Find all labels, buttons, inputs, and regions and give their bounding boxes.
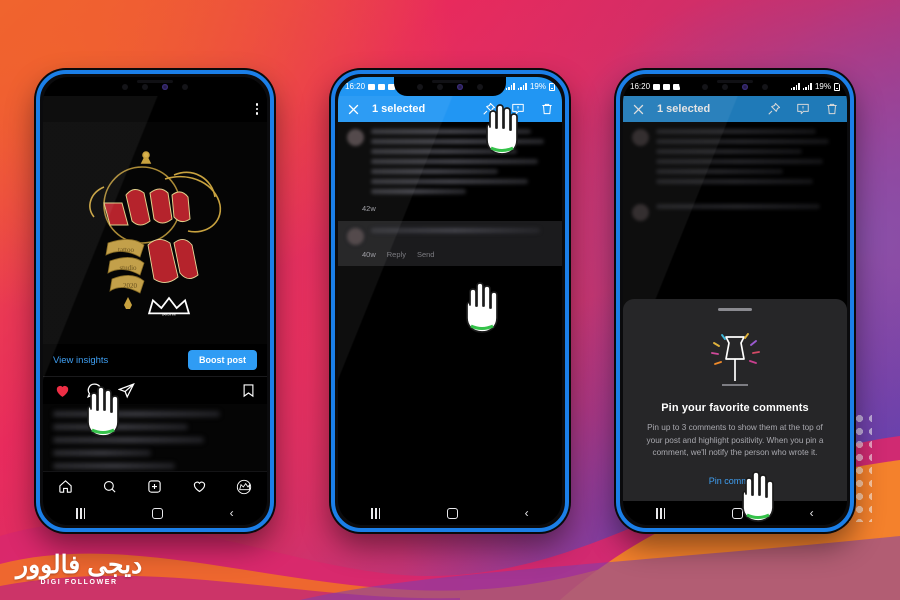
pin-icon[interactable] <box>767 102 781 116</box>
pin-icon[interactable] <box>482 102 496 116</box>
selection-app-bar: 1 selected <box>623 96 847 122</box>
crown-logo: BARON INK <box>147 296 191 317</box>
recents-button[interactable] <box>371 507 381 519</box>
android-nav-bar: ‹ <box>338 501 562 525</box>
comment-age: 40w <box>362 250 376 259</box>
recents-button[interactable] <box>656 507 666 519</box>
view-insights-link[interactable]: View insights <box>53 355 108 366</box>
watermark: دیجی فالوور DIGI FOLLOWER <box>16 551 143 587</box>
avatar <box>347 129 364 146</box>
activity-icon[interactable] <box>192 479 207 494</box>
sheet-body: Pin up to 3 comments to show them at the… <box>646 422 824 458</box>
reply-action[interactable]: Reply <box>387 250 406 259</box>
comment-meta: 42w <box>338 203 562 213</box>
phone-2: 16:20 ✦ 19% 1 selected <box>331 70 569 532</box>
phone-notch <box>394 77 506 96</box>
status-time: 16:20 <box>630 82 651 91</box>
comment-text-blurred <box>656 129 838 189</box>
sheet-grabber[interactable] <box>718 307 752 311</box>
close-icon[interactable] <box>346 102 361 117</box>
sd-icon <box>368 83 376 90</box>
message-icon <box>663 83 671 90</box>
svg-text:2020: 2020 <box>123 282 138 290</box>
post-action-row <box>43 376 267 404</box>
battery-percent: 19% <box>814 82 831 91</box>
comment-item <box>623 197 847 225</box>
profile-icon[interactable] <box>236 479 252 495</box>
comments-list[interactable]: 42w 40w Reply Send <box>338 122 562 501</box>
svg-text:studio: studio <box>119 264 137 272</box>
insights-row: View insights Boost post <box>43 344 267 376</box>
comment-text-blurred <box>371 228 553 245</box>
back-button[interactable]: ‹ <box>230 507 234 519</box>
sd-icon <box>653 83 661 90</box>
comment-item-selected[interactable] <box>338 221 562 249</box>
android-nav-bar: ‹ <box>43 501 267 525</box>
like-icon[interactable] <box>54 382 71 399</box>
send-action[interactable]: Send <box>417 250 435 259</box>
back-button[interactable]: ‹ <box>525 507 529 519</box>
android-nav-bar: ‹ <box>623 501 847 525</box>
instagram-bottom-nav <box>43 471 267 501</box>
phone-3: 16:20 ✦ 19% 1 selected <box>616 70 854 532</box>
comments-list-dimmed: Pin your favorite comments Pin up to 3 c… <box>623 122 847 501</box>
svg-text:tattoo: tattoo <box>118 246 134 254</box>
signal-icon-2 <box>802 83 812 90</box>
signal-icon-2 <box>517 83 527 90</box>
selection-title: 1 selected <box>657 103 711 115</box>
watermark-english: DIGI FOLLOWER <box>40 579 118 586</box>
comment-icon[interactable] <box>86 382 103 399</box>
message-icon <box>378 83 386 90</box>
battery-icon <box>834 82 840 91</box>
avatar <box>347 228 364 245</box>
share-icon[interactable] <box>118 382 135 399</box>
phone-notch <box>99 77 211 96</box>
post-caption-blurred <box>43 404 267 471</box>
home-icon[interactable] <box>58 479 73 494</box>
comment-text-blurred <box>371 129 553 199</box>
signal-icon-1 <box>790 83 800 90</box>
boost-post-button[interactable]: Boost post <box>188 350 257 370</box>
comment-item <box>623 122 847 193</box>
back-button[interactable]: ‹ <box>810 507 814 519</box>
phone-notch <box>679 77 791 96</box>
post-image[interactable]: tattoo studio 2020 BARON INK <box>43 122 267 344</box>
close-icon[interactable] <box>631 102 646 117</box>
pin-comment-sheet: Pin your favorite comments Pin up to 3 c… <box>623 298 847 501</box>
search-icon[interactable] <box>102 479 117 494</box>
trash-icon[interactable] <box>540 102 554 116</box>
baron-ink-logo: tattoo studio 2020 <box>89 151 222 310</box>
sheet-title: Pin your favorite comments <box>661 401 809 414</box>
selection-title: 1 selected <box>372 103 426 115</box>
battery-icon <box>549 82 555 91</box>
recents-button[interactable] <box>76 507 86 519</box>
pin-comment-link[interactable]: Pin comment <box>709 476 762 486</box>
home-button[interactable] <box>731 507 743 519</box>
home-button[interactable] <box>151 507 163 519</box>
comment-text-blurred <box>656 204 838 221</box>
comment-age: 42w <box>362 204 376 213</box>
pin-illustration <box>711 332 760 386</box>
add-post-icon[interactable] <box>147 479 162 494</box>
svg-text:BARON INK: BARON INK <box>162 313 177 317</box>
phone-1: tattoo studio 2020 BARON INK View insigh… <box>36 70 274 532</box>
home-button[interactable] <box>446 507 458 519</box>
status-time: 16:20 <box>345 82 366 91</box>
selection-app-bar: 1 selected <box>338 96 562 122</box>
avatar <box>632 204 649 221</box>
comment-meta-selected: 40w Reply Send <box>338 249 562 266</box>
kebab-menu-icon[interactable] <box>255 103 258 115</box>
watermark-farsi: دیجی فالوور <box>16 551 143 579</box>
trash-icon[interactable] <box>825 102 839 116</box>
battery-percent: 19% <box>529 82 546 91</box>
comment-item[interactable] <box>338 122 562 203</box>
report-icon[interactable] <box>511 102 525 116</box>
avatar <box>632 129 649 146</box>
report-icon[interactable] <box>796 102 810 116</box>
bookmark-icon[interactable] <box>241 382 256 399</box>
instagram-top-bar <box>43 96 267 122</box>
signal-icon-1 <box>505 83 515 90</box>
